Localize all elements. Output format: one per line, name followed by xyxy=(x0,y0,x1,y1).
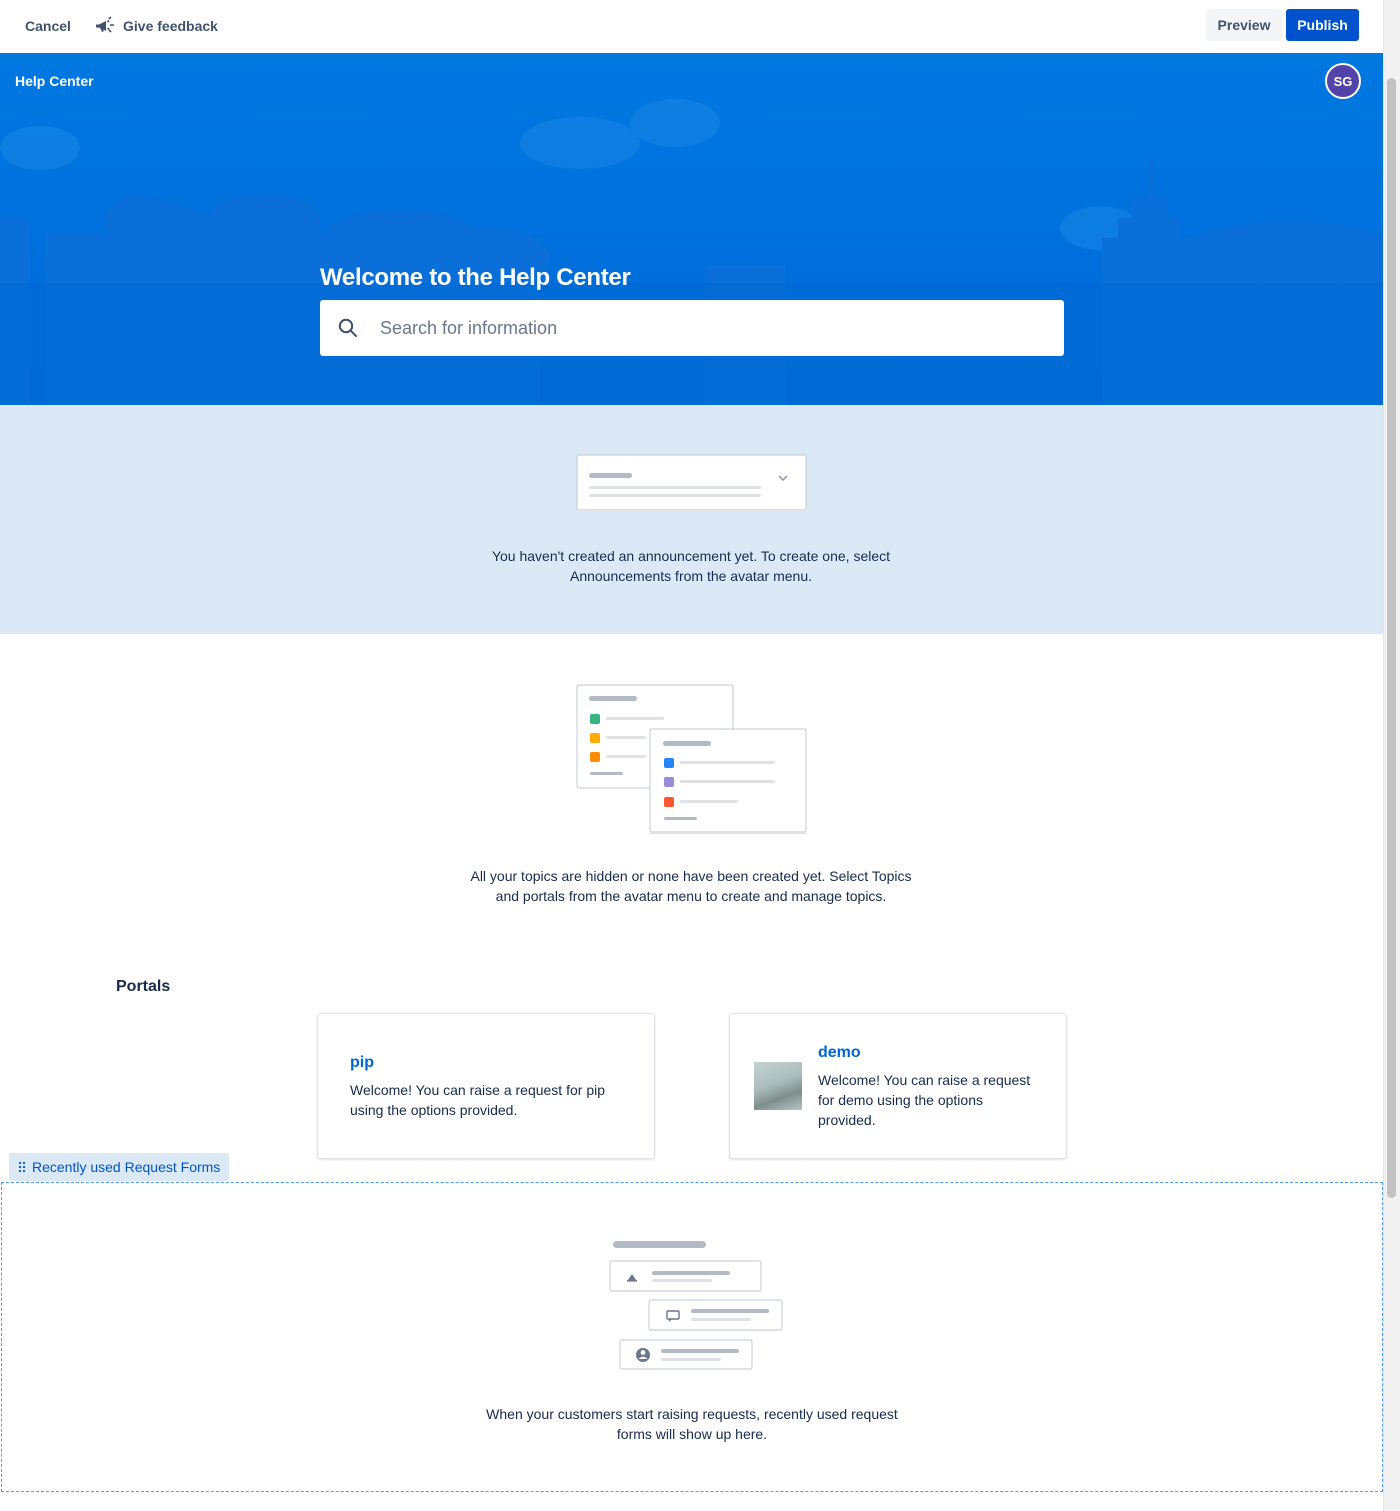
user-avatar[interactable]: SG xyxy=(1325,63,1361,99)
portals-heading: Portals xyxy=(116,978,171,995)
page-scrollbar-thumb[interactable] xyxy=(1387,78,1396,1198)
announcement-empty-text: You haven't created an announcement yet.… xyxy=(491,548,891,584)
recent-forms-section: When your customers start raising reques… xyxy=(1,1182,1383,1492)
portal-card-pip[interactable]: pip Welcome! You can raise a request for… xyxy=(317,1013,655,1159)
portal-title[interactable]: demo xyxy=(818,1044,861,1062)
help-center-title[interactable]: Help Center xyxy=(15,73,94,89)
topics-empty-text: All your topics are hidden or none have … xyxy=(470,868,912,904)
megaphone-icon xyxy=(95,16,117,36)
recent-forms-tag-label: Recently used Request Forms xyxy=(32,1159,221,1175)
announcement-illustration xyxy=(576,454,807,511)
search-icon xyxy=(338,318,358,338)
portal-description: Welcome! You can raise a request for dem… xyxy=(818,1072,1031,1128)
recent-forms-section-tag[interactable]: Recently used Request Forms xyxy=(9,1153,230,1181)
drag-handle-icon[interactable] xyxy=(18,1161,26,1173)
hero-banner: Help Center SG Welcome to the Help Cente… xyxy=(0,53,1383,405)
search-bar[interactable] xyxy=(320,300,1064,356)
editor-toolbar: Cancel Give feedback Preview Publish xyxy=(0,0,1383,53)
cancel-button[interactable]: Cancel xyxy=(25,14,71,38)
search-input[interactable] xyxy=(380,300,1050,356)
portal-card-demo[interactable]: demo Welcome! You can raise a request fo… xyxy=(729,1013,1067,1159)
topics-illustration xyxy=(576,684,807,834)
recent-forms-empty-text: When your customers start raising reques… xyxy=(486,1406,898,1442)
preview-button[interactable]: Preview xyxy=(1206,9,1282,41)
recent-forms-illustration xyxy=(609,1241,783,1370)
portal-description: Welcome! You can raise a request for pip… xyxy=(350,1082,606,1118)
portal-thumbnail-image xyxy=(754,1062,802,1110)
give-feedback-button[interactable]: Give feedback xyxy=(95,14,218,38)
give-feedback-label: Give feedback xyxy=(123,18,218,34)
portal-title[interactable]: pip xyxy=(350,1054,374,1072)
welcome-heading: Welcome to the Help Center xyxy=(320,264,631,291)
announcement-section: You haven't created an announcement yet.… xyxy=(0,405,1383,634)
publish-button[interactable]: Publish xyxy=(1286,9,1359,41)
